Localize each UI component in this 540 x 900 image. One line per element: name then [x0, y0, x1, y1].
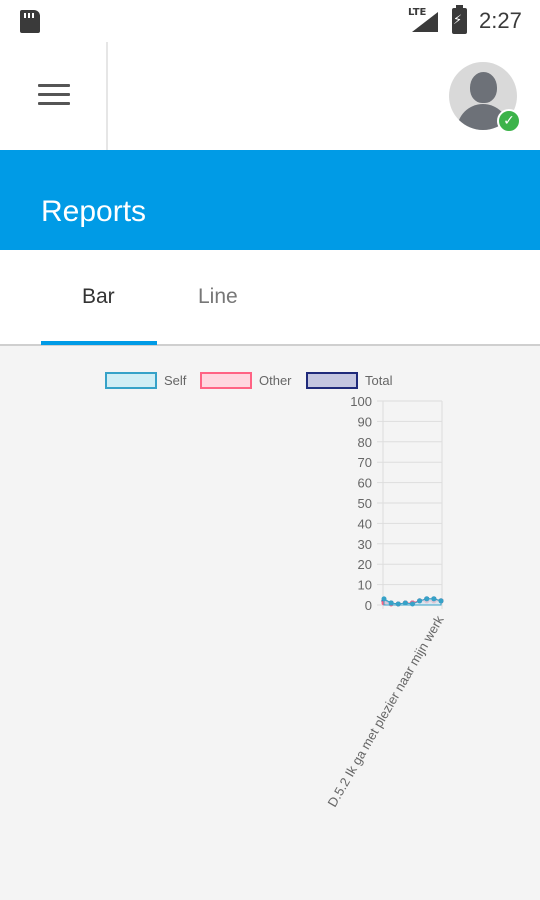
- sd-card-icon: [20, 10, 40, 33]
- y-tick-label: 80: [358, 435, 372, 450]
- y-tick-label: 30: [358, 537, 372, 552]
- page-header: Reports: [0, 150, 540, 250]
- y-tick-label: 0: [365, 598, 372, 613]
- data-point: [395, 601, 401, 607]
- y-tick-label: 90: [358, 414, 372, 429]
- data-point: [438, 598, 444, 604]
- page-title: Reports: [41, 195, 147, 228]
- x-tick-label: D.5.2 Ik ga met plezier naar mijn werk: [325, 613, 447, 810]
- user-silhouette-icon: [470, 72, 497, 103]
- menu-icon[interactable]: [38, 84, 70, 108]
- y-tick-label: 70: [358, 455, 372, 470]
- data-point: [424, 596, 430, 602]
- legend-swatch: [105, 372, 157, 389]
- app-bar: [0, 42, 540, 150]
- signal-icon: [412, 12, 438, 32]
- y-tick-label: 60: [358, 476, 372, 491]
- data-point: [431, 596, 437, 602]
- tab-bar-chart[interactable]: Bar: [82, 285, 115, 309]
- chart-area: Self Other Total 0 10 20 30 40 50 60 70 80 90 100 D.5.…: [0, 348, 540, 900]
- legend-swatch: [306, 372, 358, 389]
- tab-line-chart[interactable]: Line: [198, 285, 238, 309]
- legend-swatch: [200, 372, 252, 389]
- data-point: [410, 601, 415, 607]
- y-tick-label: 40: [358, 516, 372, 531]
- y-tick-label: 50: [358, 496, 372, 511]
- data-point: [402, 600, 408, 606]
- status-bar: LTE 2:27: [0, 0, 540, 42]
- tab-bar: Bar Line: [0, 250, 540, 346]
- y-tick-label: 100: [350, 394, 372, 409]
- tab-indicator: [41, 341, 157, 345]
- data-point: [381, 596, 387, 602]
- divider: [106, 42, 108, 150]
- legend-label: Self: [164, 373, 187, 388]
- battery-charging-icon: [452, 5, 467, 34]
- check-icon: ✓: [497, 109, 521, 133]
- legend-label: Total: [365, 373, 393, 388]
- y-tick-label: 20: [358, 557, 372, 572]
- report-chart: Self Other Total 0 10 20 30 40 50 60 70 80 90 100 D.5.…: [105, 372, 447, 810]
- legend-label: Other: [259, 373, 292, 388]
- data-point: [417, 598, 423, 604]
- data-point: [388, 600, 394, 606]
- status-time: 2:27: [479, 8, 522, 33]
- y-tick-label: 10: [358, 578, 372, 593]
